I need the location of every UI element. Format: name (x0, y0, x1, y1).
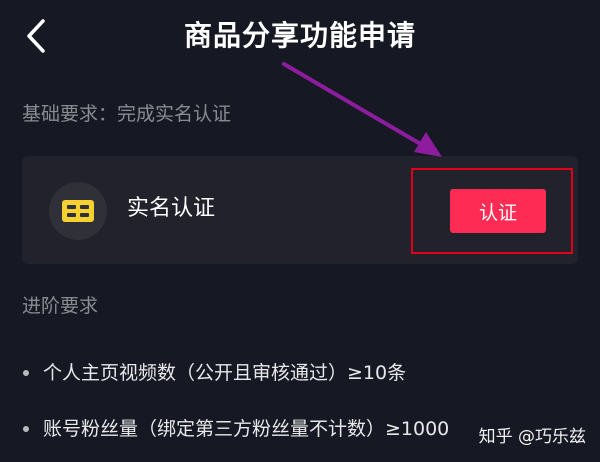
bullet-icon (23, 426, 29, 432)
bullet-icon (23, 370, 29, 376)
id-card-icon (62, 200, 94, 222)
advanced-requirement-label: 进阶要求 (22, 295, 99, 317)
header: 商品分享功能申请 (0, 0, 600, 80)
id-card-icon-wrapper (49, 182, 107, 240)
verification-title: 实名认证 (127, 196, 216, 221)
requirement-text: 个人主页视频数（公开且审核通过）≥10条 (43, 362, 407, 384)
page-title: 商品分享功能申请 (183, 19, 416, 52)
list-item: 个人主页视频数（公开且审核通过）≥10条 (22, 345, 582, 401)
watermark: 知乎 @巧乐兹 (478, 427, 586, 447)
highlight-annotation-box (411, 168, 573, 254)
basic-requirement-label: 基础要求：完成实名认证 (22, 103, 232, 125)
requirement-text: 账号粉丝量（绑定第三方粉丝量不计数）≥1000 (43, 418, 450, 440)
